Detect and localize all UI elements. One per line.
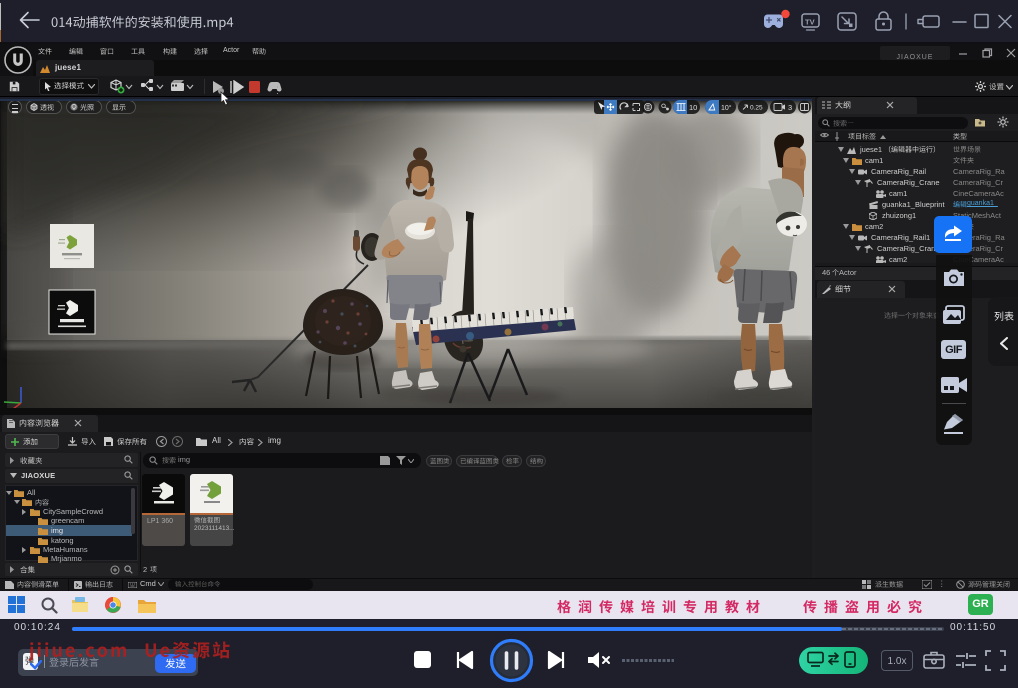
svg-text:TV: TV — [805, 18, 815, 27]
svg-text:0.25: 0.25 — [750, 105, 763, 112]
svg-text:10: 10 — [689, 103, 697, 112]
svg-text:10°: 10° — [721, 104, 732, 112]
svg-text:3: 3 — [788, 103, 792, 112]
